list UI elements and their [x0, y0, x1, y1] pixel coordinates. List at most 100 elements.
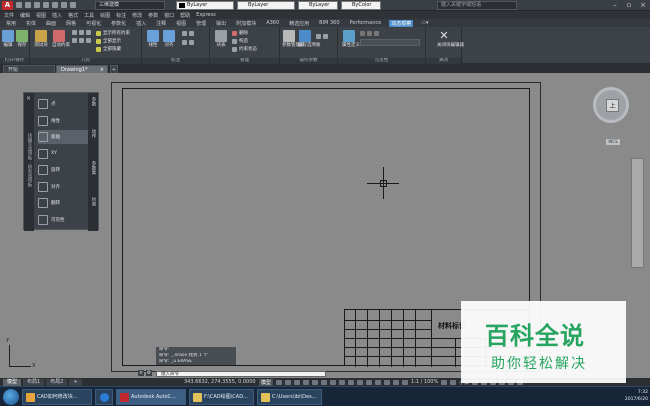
- auto-scale-icon[interactable]: [402, 379, 409, 385]
- construction[interactable]: 构造: [232, 38, 248, 44]
- auto-constrain-button[interactable]: 自动约束: [52, 30, 70, 48]
- visibility-tools[interactable]: [360, 30, 379, 36]
- ribbon-tab[interactable]: 精选应用: [287, 20, 311, 27]
- menu-item[interactable]: 标注: [116, 12, 126, 19]
- save-block-button[interactable]: 保存: [15, 30, 29, 48]
- 3d-osnap-icon[interactable]: [357, 379, 364, 385]
- menu-item[interactable]: 参数: [148, 12, 158, 19]
- palette-tab-actions[interactable]: 动作: [90, 129, 96, 138]
- task-folder-desktop[interactable]: C:\Users\ibi\Des...: [257, 389, 322, 405]
- ribbon-tab[interactable]: 附加模块: [234, 20, 258, 27]
- menu-item[interactable]: 视图: [36, 12, 46, 19]
- ribbon-tab[interactable]: 参数化: [109, 20, 128, 27]
- palette-item[interactable]: 对齐: [38, 180, 88, 194]
- color-dropdown[interactable]: ByColor: [341, 1, 381, 10]
- selection-cycling-icon[interactable]: [348, 379, 355, 385]
- annotation-visibility-icon[interactable]: [393, 379, 400, 385]
- save-icon[interactable]: [34, 2, 40, 8]
- ortho-icon[interactable]: [294, 379, 301, 385]
- parameters-manager-button[interactable]: 参数管理器: [282, 30, 305, 48]
- linear-dimension-button[interactable]: 线性: [146, 30, 160, 48]
- layout-tab[interactable]: 布局2: [46, 378, 68, 386]
- snap-icon[interactable]: [285, 379, 292, 385]
- ribbon-tab[interactable]: Performance: [348, 20, 384, 26]
- attribute-definition-button[interactable]: 属性定义: [342, 30, 360, 48]
- menu-item[interactable]: Express: [196, 12, 216, 18]
- ribbon-tab[interactable]: 可视化: [84, 20, 103, 27]
- palette-item[interactable]: 点: [38, 97, 88, 111]
- layout-tab[interactable]: +: [69, 378, 82, 386]
- palette-titlebar[interactable]: × 块编写选项板 - 所有选项板: [24, 93, 34, 231]
- ribbon-tab[interactable]: 动态观察: [389, 19, 414, 27]
- menu-item[interactable]: 插入: [52, 12, 62, 19]
- dimension-tool-1[interactable]: [182, 30, 194, 36]
- new-icon[interactable]: [16, 2, 22, 8]
- menu-item[interactable]: 编辑: [20, 12, 30, 19]
- grid-icon[interactable]: [276, 379, 283, 385]
- ribbon-tab[interactable]: 输出: [214, 20, 228, 27]
- dimension-tool-2[interactable]: [182, 39, 194, 45]
- ribbon-tab[interactable]: 常用: [4, 20, 18, 27]
- show-all[interactable]: 全部显示: [96, 38, 121, 44]
- edit-block-button[interactable]: 编辑: [1, 30, 15, 48]
- delete-constraints[interactable]: 删除: [232, 30, 248, 36]
- viewcube-top-face[interactable]: 上: [606, 99, 619, 112]
- geometric-constraint-tools-2[interactable]: [72, 37, 91, 43]
- palette-tab-constraints[interactable]: 约束: [90, 197, 96, 206]
- menu-item[interactable]: 绘图: [100, 12, 110, 19]
- command-input[interactable]: 键入命令: [156, 371, 326, 377]
- ribbon-tab[interactable]: ▭▾: [419, 20, 430, 26]
- dynamic-ucs-icon[interactable]: [366, 379, 373, 385]
- undo-icon[interactable]: [61, 2, 67, 8]
- action-param-tools[interactable]: [316, 33, 328, 39]
- transparency-icon[interactable]: [339, 379, 346, 385]
- ribbon-tab[interactable]: 曲面: [44, 20, 58, 27]
- ribbon-tab[interactable]: 插入: [134, 20, 148, 27]
- search-input[interactable]: 键入关键字或短语: [437, 1, 517, 10]
- block-table-button[interactable]: 块表: [214, 30, 228, 48]
- authoring-palettes-button[interactable]: 编写选项板: [298, 30, 321, 48]
- system-clock[interactable]: 7:32 2017/6/20: [600, 389, 648, 405]
- hide-all[interactable]: 全部隐藏: [96, 46, 121, 52]
- ribbon-tab[interactable]: 管理: [194, 20, 208, 27]
- lineweight-dropdown[interactable]: ByLayer: [298, 1, 338, 10]
- application-menu-button[interactable]: A: [2, 1, 13, 10]
- ribbon-tab[interactable]: A360: [264, 20, 281, 26]
- visibility-state-dropdown[interactable]: [360, 39, 420, 46]
- test-block-button[interactable]: 测试块: [34, 30, 48, 48]
- menu-item[interactable]: 文件: [4, 12, 14, 19]
- open-icon[interactable]: [25, 2, 31, 8]
- osnap-icon[interactable]: [312, 379, 319, 385]
- task-browser[interactable]: CAD如何修改块...: [22, 389, 92, 405]
- tab-start[interactable]: 开始: [3, 65, 55, 73]
- new-tab-button[interactable]: +: [110, 65, 118, 73]
- palette-item[interactable]: 可见性: [38, 213, 88, 227]
- show-all-constraints[interactable]: 显示所有约束: [96, 30, 130, 36]
- palette-item[interactable]: 线性: [38, 114, 88, 128]
- layout-tab[interactable]: 布局1: [23, 378, 45, 386]
- polar-icon[interactable]: [303, 379, 310, 385]
- start-button[interactable]: [3, 389, 19, 405]
- aligned-dimension-button[interactable]: 对齐: [162, 30, 176, 48]
- task-pinned-app[interactable]: [95, 389, 113, 405]
- menu-item[interactable]: 修改: [132, 12, 142, 19]
- geometric-constraint-tools[interactable]: [72, 29, 91, 35]
- palette-item[interactable]: 极轴: [38, 130, 88, 144]
- ribbon-tab[interactable]: 注释: [154, 20, 168, 27]
- lineweight-icon[interactable]: [330, 379, 337, 385]
- model-space-toggle[interactable]: 模型: [259, 378, 274, 386]
- close-block-editor-button[interactable]: ✕ 关闭块编辑器: [437, 30, 464, 49]
- workspace-switch-icon[interactable]: [441, 379, 448, 385]
- palette-item[interactable]: XY: [38, 147, 88, 161]
- task-autocad[interactable]: Autodesk AutoC...: [116, 389, 186, 405]
- viewcube[interactable]: 上: [593, 87, 629, 123]
- ribbon-tab[interactable]: 视图: [174, 20, 188, 27]
- task-folder-cad[interactable]: F:\CAD绘图\CAD...: [189, 389, 254, 405]
- linetype-dropdown[interactable]: ByLayer: [237, 1, 295, 10]
- menu-item[interactable]: 工具: [84, 12, 94, 19]
- constraint-status[interactable]: 约束状态: [232, 46, 257, 52]
- navigation-bar[interactable]: [631, 158, 644, 268]
- palette-item[interactable]: 翻转: [38, 196, 88, 210]
- selection-filter-icon[interactable]: [375, 379, 382, 385]
- menu-item[interactable]: 帮助: [180, 12, 190, 19]
